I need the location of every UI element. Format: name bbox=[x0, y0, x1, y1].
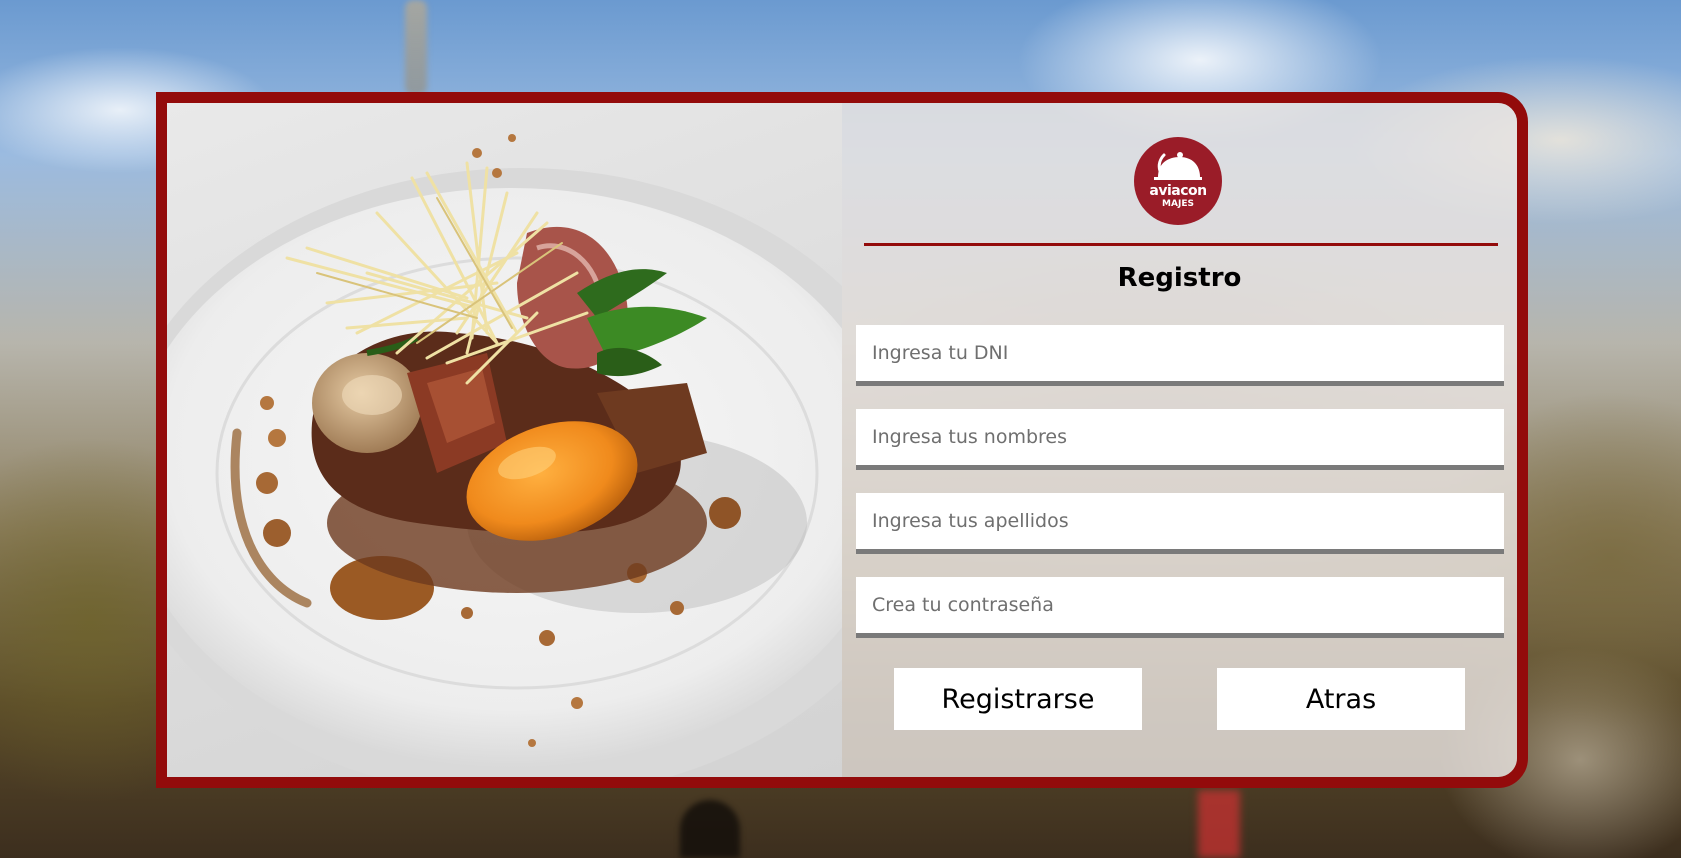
divider-line bbox=[864, 243, 1498, 246]
food-photo bbox=[167, 103, 842, 777]
apellidos-input[interactable] bbox=[856, 493, 1504, 554]
register-form: aviacon MAJES Registro Registrarse Atras bbox=[842, 103, 1517, 777]
register-card: aviacon MAJES Registro Registrarse Atras bbox=[156, 92, 1528, 788]
plated-dish-illustration bbox=[167, 134, 842, 777]
background-archway bbox=[680, 800, 740, 858]
password-input[interactable] bbox=[856, 577, 1504, 638]
background-flag bbox=[1198, 790, 1240, 858]
back-button[interactable]: Atras bbox=[1217, 668, 1465, 730]
aviacon-logo: aviacon MAJES bbox=[1134, 137, 1222, 225]
logo-subtitle: MAJES bbox=[1162, 199, 1194, 209]
register-button[interactable]: Registrarse bbox=[894, 668, 1142, 730]
cloche-icon bbox=[1154, 152, 1202, 180]
logo-name: aviacon bbox=[1149, 183, 1207, 199]
nombres-input[interactable] bbox=[856, 409, 1504, 470]
background-spire bbox=[405, 0, 427, 95]
dni-input[interactable] bbox=[856, 325, 1504, 386]
form-title: Registro bbox=[1117, 263, 1242, 293]
